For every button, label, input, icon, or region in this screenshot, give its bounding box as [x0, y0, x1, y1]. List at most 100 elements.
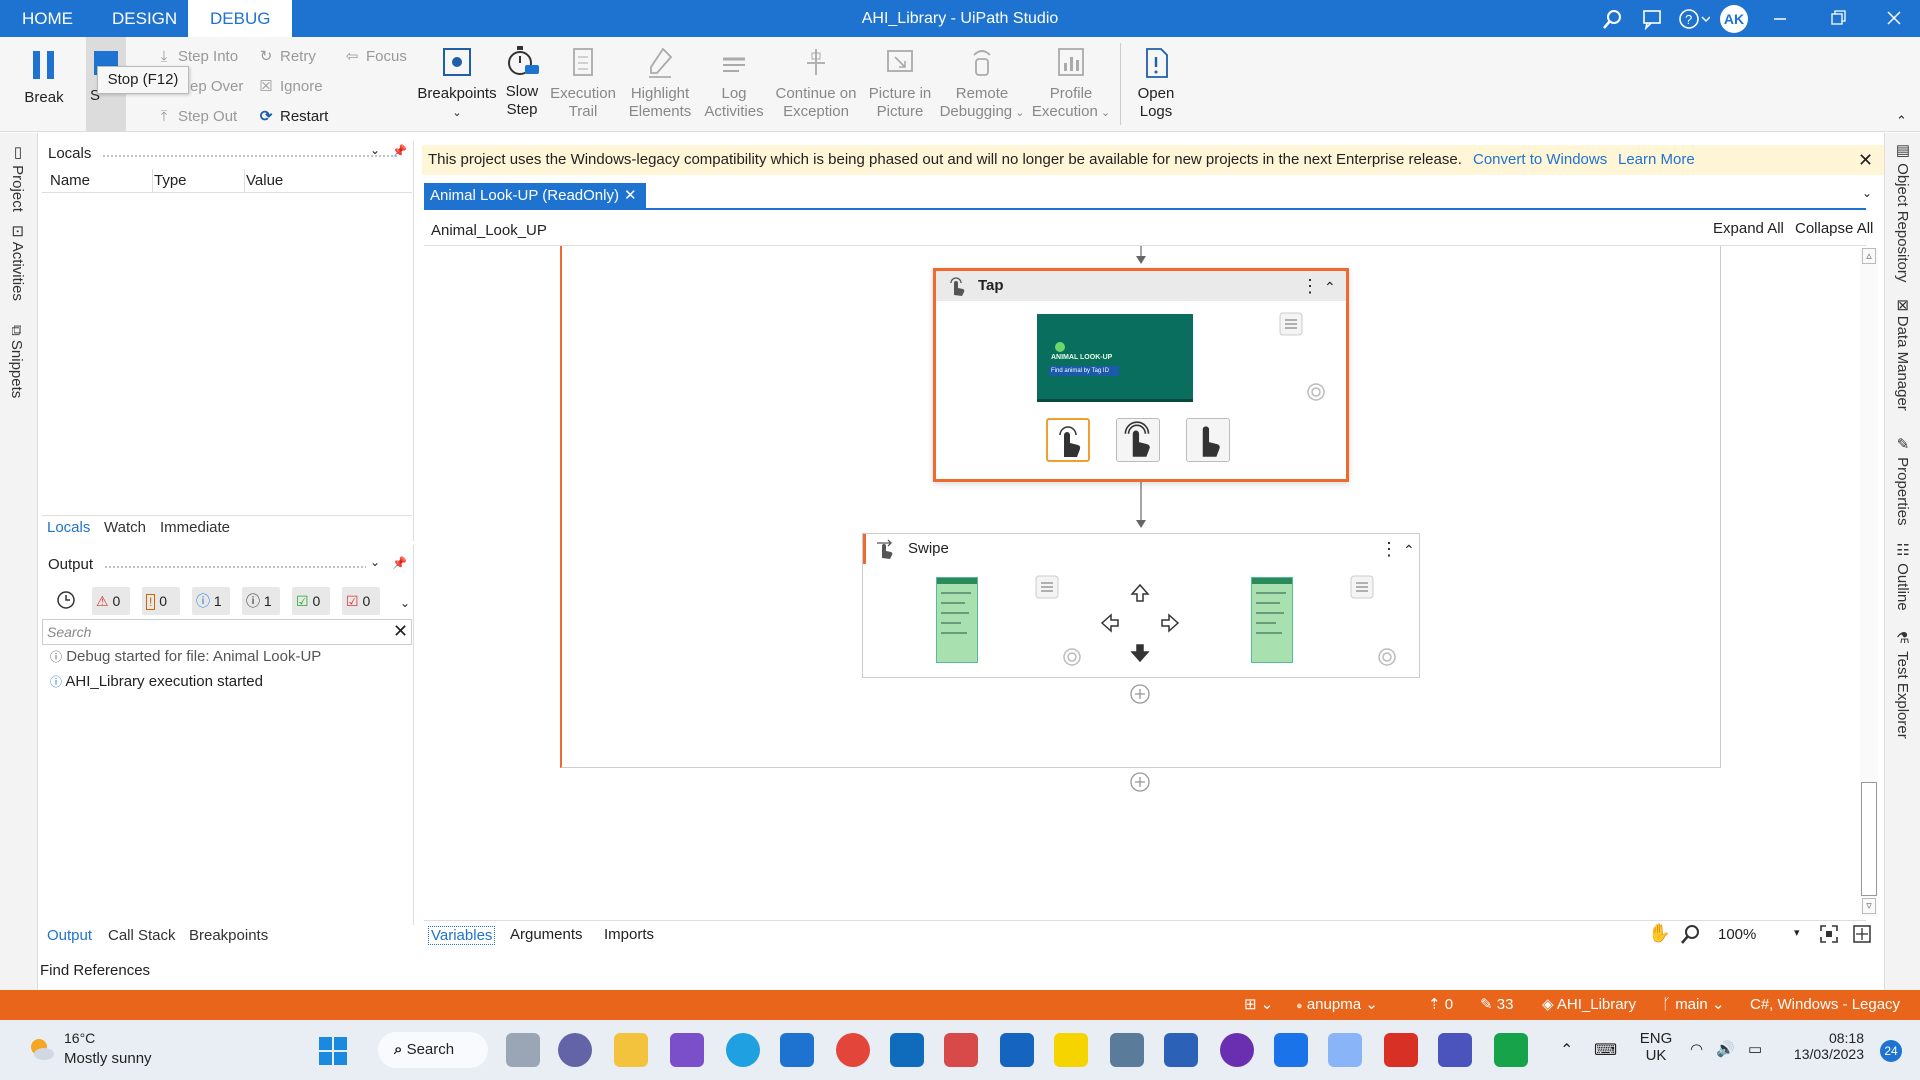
collapse-activity-icon[interactable]: ⌃ — [1324, 272, 1336, 302]
swipe-activity[interactable]: Swipe ⋮ ⌃ — [862, 533, 1420, 678]
dock-tab-outline[interactable]: ☷ Outline — [1893, 541, 1911, 611]
teams-chat-icon[interactable] — [558, 1033, 592, 1067]
tab-call-stack[interactable]: Call Stack — [108, 927, 176, 944]
source-control-add-icon[interactable]: ⊞ ⌄ — [1244, 990, 1273, 1020]
scroll-down-icon[interactable]: ▿ — [1862, 898, 1876, 914]
highlight-elements-button[interactable]: Highlight Elements — [624, 45, 696, 121]
avatar[interactable]: AK — [1720, 5, 1748, 33]
add-activity-icon[interactable] — [1129, 771, 1151, 793]
open-logs-button[interactable]: Open Logs — [1130, 45, 1182, 121]
tab-debug[interactable]: DEBUG — [188, 0, 293, 37]
column-type[interactable]: Type — [154, 172, 187, 189]
clear-search-icon[interactable]: ✕ — [393, 621, 408, 642]
tab-locals[interactable]: Locals — [47, 519, 90, 536]
arrow-down-icon[interactable] — [1129, 642, 1151, 664]
picture-in-picture-button[interactable]: Picture in Picture — [866, 45, 934, 121]
media-player-icon[interactable] — [1494, 1033, 1528, 1067]
collapse-ribbon-icon[interactable]: ⌃ — [1896, 113, 1907, 129]
status-project[interactable]: ◈ AHI_Library — [1542, 990, 1636, 1020]
filter-success[interactable]: ☑ 0 — [292, 587, 330, 615]
filter-info[interactable]: ⓘ 1 — [192, 587, 230, 615]
long-press-button[interactable] — [1186, 418, 1230, 462]
tab-variables[interactable]: Variables — [428, 926, 496, 945]
dock-tab-test-explorer[interactable]: ⚗ Test Explorer — [1893, 629, 1911, 739]
office-icon[interactable] — [1384, 1033, 1418, 1067]
weather-temp[interactable]: 16°C — [64, 1030, 95, 1046]
uipath-studio-icon[interactable] — [1000, 1033, 1034, 1067]
dock-tab-project[interactable]: ▯ Project — [8, 143, 26, 212]
target-icon[interactable] — [1305, 381, 1327, 403]
windows-start-icon[interactable] — [318, 1036, 348, 1066]
status-branch[interactable]: ᚴ main ⌄ — [1662, 990, 1724, 1020]
target-icon[interactable] — [1061, 646, 1083, 668]
notification-badge[interactable]: 24 — [1880, 1040, 1902, 1062]
weather-desc[interactable]: Mostly sunny — [64, 1050, 152, 1067]
column-name[interactable]: Name — [50, 172, 90, 189]
taskbar-search[interactable]: ⌕ Search — [378, 1032, 488, 1068]
tab-arguments[interactable]: Arguments — [510, 926, 583, 943]
zoom-select[interactable]: 100% ▾ — [1718, 926, 1804, 943]
output-search[interactable]: Search ✕ — [42, 619, 412, 645]
tray-app-icon[interactable] — [1110, 1033, 1144, 1067]
search-icon[interactable] — [1602, 8, 1624, 30]
status-language[interactable]: C#, Windows - Legacy — [1750, 990, 1900, 1020]
swipe-start-screenshot[interactable] — [936, 577, 978, 663]
pin-icon[interactable]: 📌 — [392, 556, 407, 570]
learn-more-link[interactable]: Learn More — [1618, 145, 1695, 175]
tab-imports[interactable]: Imports — [604, 926, 654, 943]
chrome-icon[interactable] — [836, 1033, 870, 1067]
single-tap-button[interactable] — [1046, 418, 1090, 462]
arrow-right-icon[interactable] — [1159, 612, 1181, 634]
arrow-up-icon[interactable] — [1129, 582, 1151, 604]
wifi-icon[interactable]: ◠ — [1690, 1040, 1703, 1058]
more-options-icon[interactable]: ⋮ — [1301, 271, 1319, 301]
calendar-icon[interactable] — [1274, 1033, 1308, 1067]
dock-tab-snippets[interactable]: ⧉ Snippets — [8, 325, 25, 398]
language-indicator[interactable]: ENG UK — [1638, 1030, 1674, 1064]
chevron-down-icon[interactable]: ⌄ — [370, 555, 380, 569]
teams-icon[interactable] — [1438, 1033, 1472, 1067]
minimize-icon[interactable] — [1770, 8, 1790, 28]
phone-link-icon[interactable] — [1164, 1033, 1198, 1067]
skype-icon[interactable] — [726, 1033, 760, 1067]
step-out-button[interactable]: ⤒ Step Out — [154, 106, 238, 128]
scroll-thumb[interactable] — [1861, 782, 1877, 896]
execution-trail-button[interactable]: Execution Trail — [548, 45, 618, 121]
double-tap-button[interactable] — [1116, 418, 1160, 462]
close-icon[interactable] — [1884, 8, 1904, 28]
zoom-search-icon[interactable] — [1680, 923, 1702, 945]
collapse-all-button[interactable]: Collapse All — [1795, 220, 1873, 237]
filter-errors[interactable]: ⚠ 0 — [92, 587, 130, 615]
arrow-left-icon[interactable] — [1099, 612, 1121, 634]
chevron-down-icon[interactable]: ⌄ — [370, 143, 380, 157]
continue-on-exception-button[interactable]: Continue on Exception — [772, 45, 860, 121]
panel-drag-grip[interactable] — [104, 565, 366, 569]
breakpoints-button[interactable]: Breakpoints ⌄ — [414, 45, 500, 122]
find-references-tab[interactable]: Find References — [40, 962, 150, 979]
log-activities-button[interactable]: Log Activities — [702, 45, 766, 121]
feedback-icon[interactable] — [1641, 8, 1663, 30]
dock-tab-data-manager[interactable]: ⊠ Data Manager — [1893, 299, 1911, 411]
outlook-icon[interactable] — [890, 1033, 924, 1067]
tab-design[interactable]: DESIGN — [90, 0, 199, 37]
focus-button[interactable]: ⇦ Focus — [342, 46, 407, 68]
vertical-scrollbar[interactable]: ▵ ▿ — [1860, 248, 1878, 916]
retry-button[interactable]: ↻ Retry — [256, 46, 316, 68]
help-icon[interactable]: ? — [1678, 8, 1710, 30]
break-button[interactable]: Break — [18, 45, 70, 107]
collapse-activity-icon[interactable]: ⌃ — [1403, 535, 1415, 565]
tab-output[interactable]: Output — [47, 927, 92, 944]
visual-studio-icon[interactable] — [670, 1033, 704, 1067]
status-warnings[interactable]: ⇡ 0 — [1428, 990, 1453, 1020]
search-input[interactable]: Search — [47, 624, 91, 640]
battery-icon[interactable]: ▭ — [1748, 1040, 1762, 1058]
add-activity-icon[interactable] — [1129, 683, 1151, 705]
filter-warnings[interactable]: ! 0 — [142, 587, 180, 615]
dock-tab-activities[interactable]: ⊡ Activities — [8, 225, 26, 301]
annotation-icon[interactable] — [1349, 574, 1375, 600]
column-value[interactable]: Value — [246, 172, 283, 189]
overview-icon[interactable] — [1852, 924, 1872, 944]
profile-execution-button[interactable]: Profile Execution ⌄ — [1030, 45, 1112, 122]
dock-tab-object-repository[interactable]: ▤ Object Repository — [1893, 141, 1911, 282]
chevron-down-icon[interactable]: ⌄ — [1862, 186, 1872, 200]
